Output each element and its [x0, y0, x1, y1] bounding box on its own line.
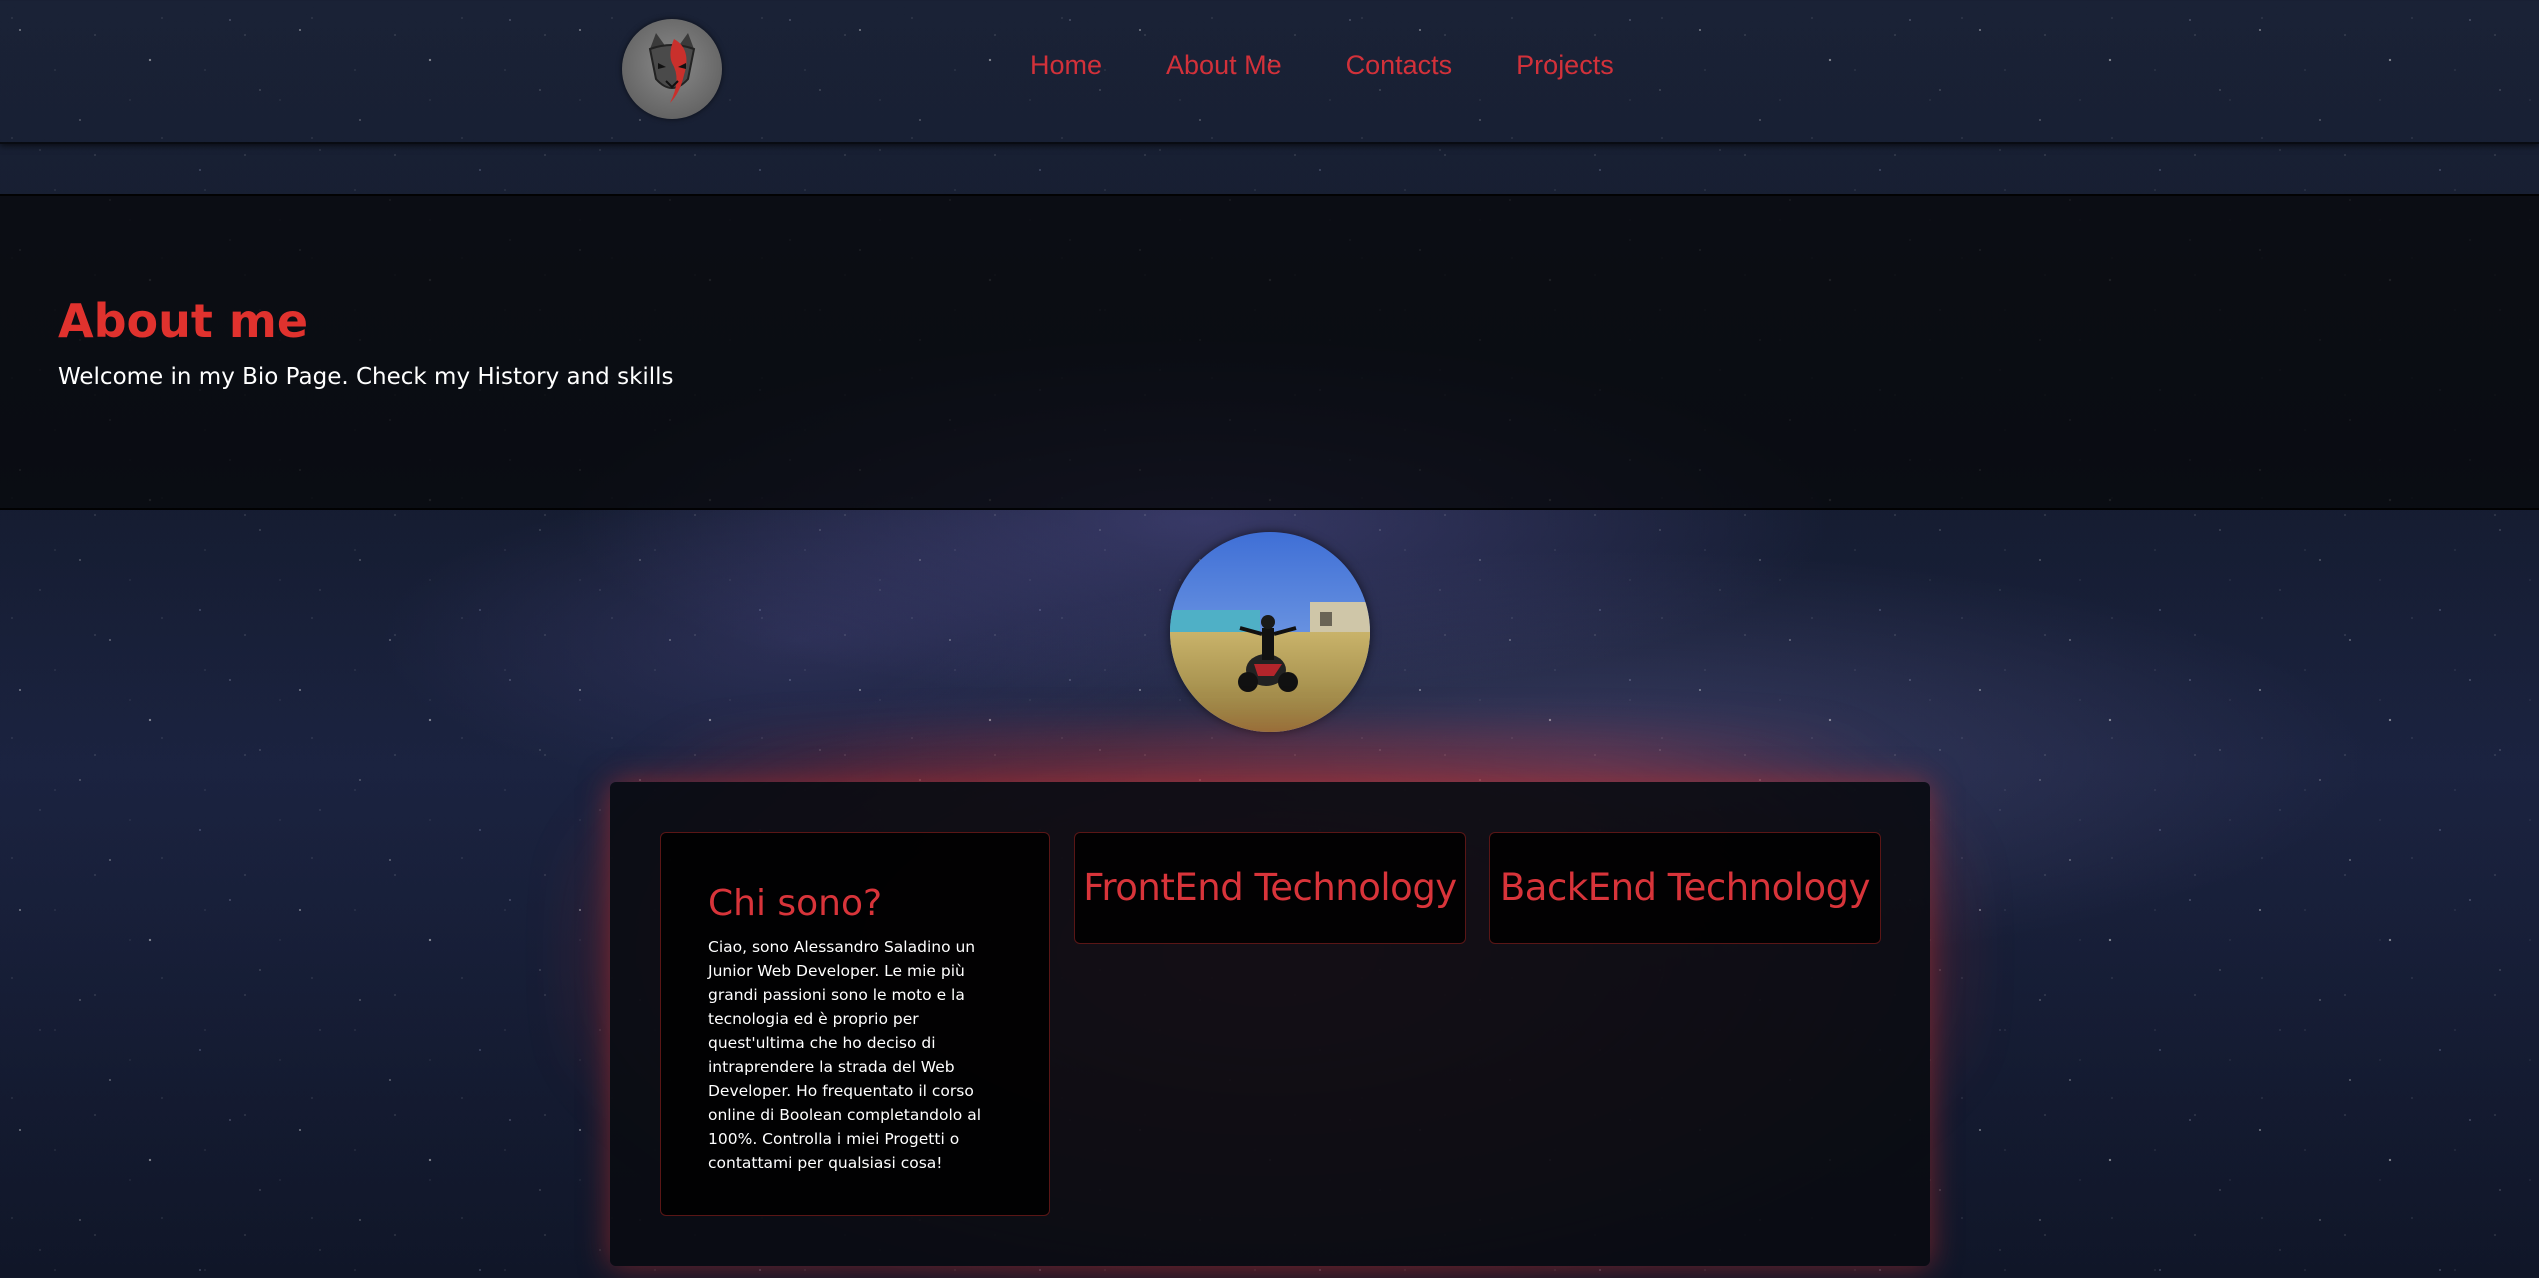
- fox-logo-icon[interactable]: [622, 19, 722, 119]
- nav-link-projects[interactable]: Projects: [1516, 50, 1614, 81]
- bio-card-text: Ciao, sono Alessandro Saladino un Junior…: [708, 938, 981, 1172]
- navbar: Home About Me Contacts Projects: [0, 0, 2539, 144]
- main-nav: Home About Me Contacts Projects: [1030, 50, 1614, 81]
- about-panel: Chi sono? Ciao, sono Alessandro Saladino…: [610, 782, 1930, 1266]
- backend-card: BackEnd Technology: [1489, 832, 1881, 944]
- header-separator: [0, 150, 2539, 196]
- avatar: [1170, 532, 1370, 732]
- backend-card-title: BackEnd Technology: [1499, 866, 1871, 909]
- hero-section: About me Welcome in my Bio Page. Check m…: [0, 194, 2539, 510]
- nav-link-contacts[interactable]: Contacts: [1346, 50, 1453, 81]
- bio-card-title: Chi sono?: [708, 883, 883, 924]
- page-subtitle: Welcome in my Bio Page. Check my History…: [58, 364, 674, 390]
- bio-card: Chi sono? Ciao, sono Alessandro Saladino…: [660, 832, 1050, 1216]
- frontend-card-title: FrontEnd Technology: [1083, 866, 1457, 909]
- nav-link-home[interactable]: Home: [1030, 50, 1102, 81]
- frontend-card: FrontEnd Technology: [1074, 832, 1466, 944]
- page-title: About me: [58, 294, 309, 348]
- nav-link-about-me[interactable]: About Me: [1166, 50, 1282, 81]
